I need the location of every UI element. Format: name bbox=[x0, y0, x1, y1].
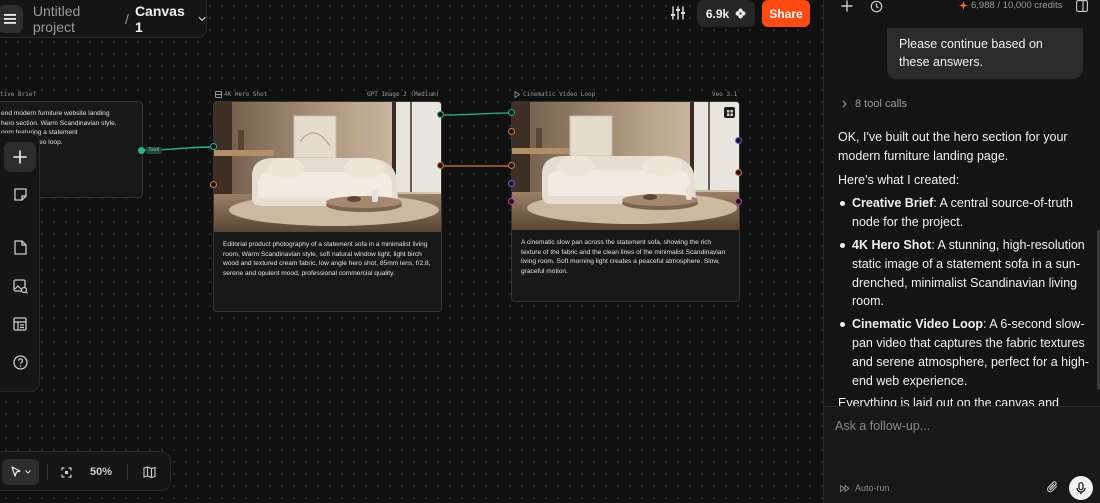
chat-panel: 6,988 / 10,000 credits Please continue b… bbox=[823, 0, 1100, 503]
document-button[interactable] bbox=[4, 232, 36, 262]
history-icon[interactable] bbox=[870, 0, 883, 13]
cursor-icon bbox=[10, 466, 21, 477]
follow-up-input[interactable]: Ask a follow-up... bbox=[835, 419, 930, 433]
list-item: Cinematic Video Loop: A 6-second slow-pa… bbox=[840, 315, 1090, 390]
fit-view-button[interactable] bbox=[58, 459, 74, 485]
canvas-toolbar bbox=[0, 133, 40, 392]
node-text-video-loop: A cinematic slow pan across the statemen… bbox=[521, 239, 726, 275]
output-port-hero-2[interactable] bbox=[437, 162, 444, 169]
autorun-label: Auto-run bbox=[855, 483, 890, 493]
fast-forward-icon bbox=[840, 484, 850, 492]
composer: Ask a follow-up... Auto-run bbox=[824, 406, 1100, 503]
document-icon bbox=[13, 239, 27, 255]
tool-calls-label: 8 tool calls bbox=[855, 98, 907, 110]
list-item: Creative Brief: A central source-of-trut… bbox=[840, 194, 1090, 232]
panel-toggle-icon[interactable] bbox=[1076, 0, 1088, 12]
help-icon bbox=[12, 354, 28, 370]
tool-calls-toggle[interactable]: 8 tool calls bbox=[842, 98, 907, 110]
assistant-created-heading: Here's what I created: bbox=[838, 172, 960, 187]
microphone-icon bbox=[1076, 481, 1086, 494]
input-port-video-1[interactable] bbox=[508, 109, 515, 116]
fit-view-icon bbox=[60, 466, 72, 478]
voice-input-button[interactable] bbox=[1069, 476, 1093, 500]
assistant-intro: OK, I've built out the hero section for … bbox=[838, 130, 1068, 163]
chevron-right-icon bbox=[842, 100, 847, 108]
image-node-icon bbox=[215, 91, 222, 98]
paperclip-icon[interactable] bbox=[1046, 480, 1059, 495]
layout-icon bbox=[13, 317, 27, 331]
node-model-hero-shot: GPT Image 2 (Medium) bbox=[367, 91, 440, 98]
grid-icon bbox=[726, 109, 733, 116]
input-port-video-2[interactable] bbox=[508, 128, 515, 135]
edge-label: Text bbox=[146, 147, 162, 154]
zoom-level[interactable]: 50% bbox=[90, 459, 112, 485]
created-list: Creative Brief: A central source-of-trut… bbox=[840, 194, 1090, 390]
sofa-illustration bbox=[214, 102, 441, 232]
map-icon bbox=[142, 466, 156, 478]
node-hero-shot[interactable]: Editorial product photography of a state… bbox=[213, 101, 442, 312]
plus-icon bbox=[13, 150, 27, 164]
video-options-button[interactable] bbox=[724, 107, 735, 118]
output-port-brief[interactable] bbox=[138, 147, 145, 154]
node-video-loop[interactable]: A cinematic slow pan across the statemen… bbox=[511, 101, 740, 302]
image-search-icon bbox=[12, 278, 28, 294]
user-message-bubble: Please continue based on these answers. bbox=[887, 28, 1083, 79]
new-chat-icon[interactable] bbox=[841, 0, 853, 12]
output-port-video-1[interactable] bbox=[735, 137, 742, 144]
sofa-image bbox=[214, 102, 441, 232]
divider bbox=[47, 464, 48, 480]
pointer-tool-button[interactable] bbox=[2, 459, 39, 485]
chevron-down-icon bbox=[24, 470, 31, 474]
video-illustration bbox=[512, 102, 739, 230]
input-port-hero-2[interactable] bbox=[210, 181, 217, 188]
node-title-video-loop: Cinematic Video Loop bbox=[523, 91, 596, 98]
output-port-video-3[interactable] bbox=[735, 198, 742, 205]
video-frame bbox=[512, 102, 739, 230]
input-port-video-5[interactable] bbox=[508, 198, 515, 205]
node-title-hero-shot: 4K Hero Shot bbox=[224, 91, 268, 98]
node-text-hero-shot: Editorial product photography of a state… bbox=[223, 241, 431, 277]
item-name: Cinematic Video Loop bbox=[852, 317, 984, 332]
item-name: 4K Hero Shot bbox=[852, 237, 932, 252]
input-port-video-3[interactable] bbox=[508, 162, 515, 169]
list-item: 4K Hero Shot: A stunning, high-resolutio… bbox=[840, 236, 1090, 311]
credits-balance: 6,988 / 10,000 credits bbox=[971, 0, 1063, 11]
node-model-video-loop: Veo 3.1 bbox=[712, 91, 738, 98]
canvas-bottom-bar: 50% bbox=[0, 451, 171, 491]
autorun-toggle[interactable]: Auto-run bbox=[840, 483, 890, 493]
output-port-hero-1[interactable] bbox=[437, 111, 444, 118]
help-button[interactable] bbox=[4, 347, 36, 377]
layout-button[interactable] bbox=[4, 309, 36, 339]
assistant-message: OK, I've built out the hero section for … bbox=[838, 128, 1090, 418]
node-title-creative-brief: tive Brief bbox=[0, 91, 37, 98]
play-icon bbox=[514, 91, 520, 98]
input-port-hero-1[interactable] bbox=[210, 143, 217, 150]
add-node-button[interactable] bbox=[4, 142, 36, 172]
map-button[interactable] bbox=[141, 459, 157, 485]
image-search-button[interactable] bbox=[4, 271, 36, 301]
edge-hero-to-video-teal bbox=[439, 112, 513, 116]
divider bbox=[127, 464, 128, 480]
sticky-note-icon bbox=[13, 187, 27, 201]
sticky-note-button[interactable] bbox=[4, 179, 36, 209]
item-name: Creative Brief bbox=[852, 196, 934, 211]
credits-spark-icon bbox=[959, 1, 968, 10]
output-port-video-2[interactable] bbox=[735, 169, 742, 176]
input-port-video-4[interactable] bbox=[508, 180, 515, 187]
